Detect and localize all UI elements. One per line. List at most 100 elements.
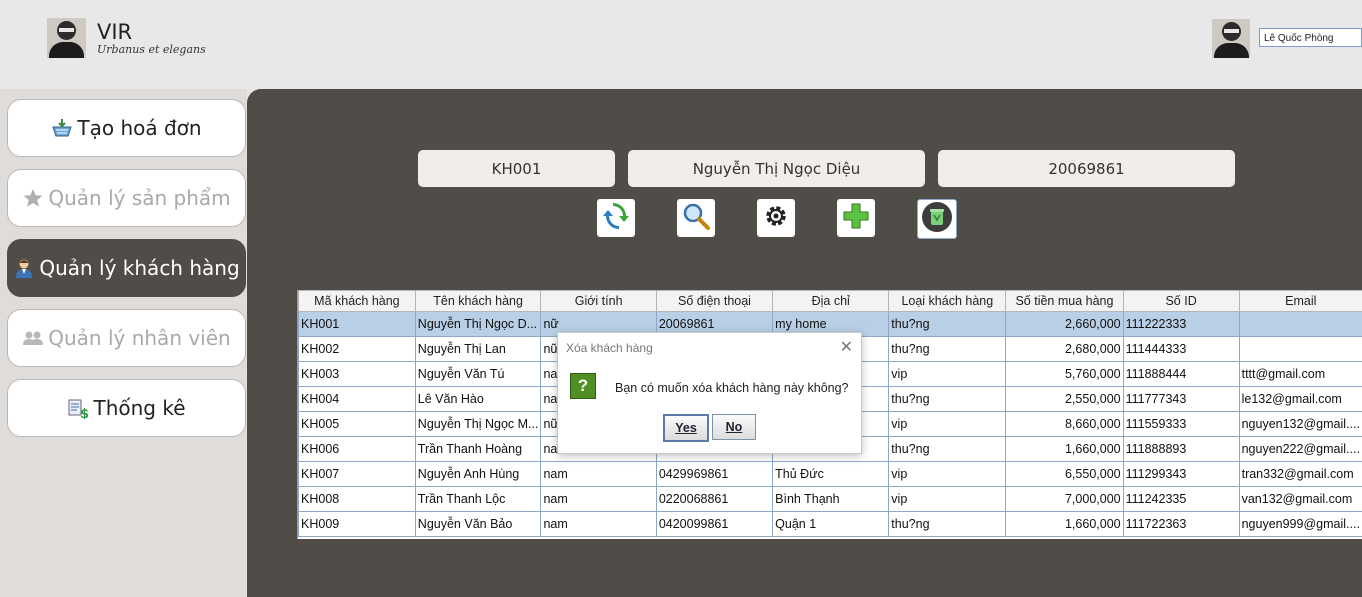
customer-id-field[interactable]: KH001 (418, 150, 615, 187)
table-cell: Lê Văn Hào (414, 386, 542, 412)
svg-text:$: $ (80, 407, 89, 419)
table-cell: 111559333 (1122, 411, 1240, 437)
column-header[interactable]: Số tiền mua hàng (1005, 290, 1124, 312)
table-cell: thu?ng (888, 386, 1007, 412)
table-cell: vip (888, 486, 1007, 512)
table-row[interactable]: KH007 Nguyễn Anh Hùng nam 0429969861 Thủ Đức… (298, 461, 1362, 487)
table-cell: 111777343 (1122, 386, 1240, 412)
table-cell: KH001 (298, 311, 416, 337)
table-cell: KH006 (298, 436, 416, 462)
table-cell: KH009 (298, 511, 416, 537)
column-header[interactable]: Địa chỉ (772, 290, 890, 312)
statistics-icon: $ (67, 397, 90, 422)
table-cell: 6,550,000 (1005, 461, 1124, 487)
table-cell: 8,660,000 (1005, 411, 1124, 437)
customer-name-field[interactable]: Nguyễn Thị Ngọc Diệu (628, 150, 925, 187)
sidebar-item-label: Tạo hoá đơn (77, 116, 202, 140)
user-name-field[interactable]: Lê Quốc Phòng (1259, 28, 1362, 47)
table-cell: 0420099861 (655, 511, 774, 537)
table-cell: KH007 (298, 461, 416, 487)
add-button[interactable] (837, 199, 875, 237)
table-cell: nguyen999@gmail.... (1238, 511, 1362, 537)
add-icon (841, 201, 871, 235)
table-cell: 111888444 (1122, 361, 1240, 387)
refresh-icon (601, 201, 631, 235)
table-cell: 111222333 (1122, 311, 1240, 337)
column-header[interactable]: Mã khách hàng (298, 290, 416, 312)
table-cell: 0429969861 (655, 461, 774, 487)
table-cell: Nguyễn Thị Ngọc M... (414, 411, 542, 437)
sidebar: Tạo hoá đơn Quản lý sản phẩm Quản lý khá… (0, 89, 247, 597)
no-button[interactable]: No (712, 414, 756, 440)
close-icon[interactable]: ✕ (840, 337, 853, 357)
dialog-title: Xóa khách hàng (566, 341, 653, 355)
table-cell: tttt@gmail.com (1238, 361, 1362, 387)
column-header[interactable]: Số ID (1122, 290, 1240, 312)
delete-button[interactable] (917, 199, 957, 239)
table-cell: KH002 (298, 336, 416, 362)
column-header[interactable]: Số điện thoại (655, 290, 774, 312)
table-cell: Trần Thanh Hoàng (414, 436, 542, 462)
table-cell: 1,660,000 (1005, 436, 1124, 462)
table-cell: nguyen222@gmail.... (1238, 436, 1362, 462)
sidebar-item-employees[interactable]: Quản lý nhân viên (7, 309, 246, 367)
sidebar-item-products[interactable]: Quản lý sản phẩm (7, 169, 246, 227)
search-icon (681, 201, 711, 235)
star-icon (22, 187, 44, 209)
refresh-button[interactable] (597, 199, 635, 237)
settings-button[interactable] (757, 199, 795, 237)
brand-title: VIR (97, 20, 133, 44)
table-cell: Nguyễn Văn Bảo (414, 511, 542, 537)
table-cell: 5,760,000 (1005, 361, 1124, 387)
table-cell: Bình Thạnh (772, 486, 890, 512)
sidebar-item-label: Quản lý sản phẩm (48, 186, 231, 210)
settings-icon (761, 201, 791, 235)
table-cell: 2,550,000 (1005, 386, 1124, 412)
table-cell: le132@gmail.com (1238, 386, 1362, 412)
column-header[interactable]: Tên khách hàng (414, 290, 542, 312)
table-cell: Nguyễn Anh Hùng (414, 461, 542, 487)
delete-confirm-dialog: Xóa khách hàng ✕ ? Bạn có muốn xóa khách… (557, 332, 862, 454)
sidebar-item-create-invoice[interactable]: Tạo hoá đơn (7, 99, 246, 157)
user-avatar (1212, 19, 1250, 58)
column-header[interactable]: Email (1238, 290, 1362, 312)
table-header: Mã khách hàng Tên khách hàng Giới tính S… (298, 290, 1362, 312)
dialog-message: Bạn có muốn xóa khách hàng này không? (615, 381, 849, 395)
table-cell: Nguyễn Văn Tú (414, 361, 542, 387)
table-cell (1238, 311, 1362, 337)
sidebar-item-customers[interactable]: Quản lý khách hàng (7, 239, 246, 297)
table-cell: KH008 (298, 486, 416, 512)
table-cell: thu?ng (888, 436, 1007, 462)
column-header[interactable]: Giới tính (540, 290, 657, 312)
table-cell: nguyen132@gmail.... (1238, 411, 1362, 437)
customer-phone-field[interactable]: 20069861 (938, 150, 1235, 187)
question-icon: ? (570, 373, 596, 399)
table-cell: vip (888, 461, 1007, 487)
app-header: VIR Urbanus et elegans Lê Quốc Phòng (0, 0, 1362, 89)
table-row[interactable]: KH008 Trần Thanh Lộc nam 0220068861 Bình Thạ… (298, 486, 1362, 512)
yes-button[interactable]: Yes (663, 414, 709, 442)
table-cell: KH005 (298, 411, 416, 437)
column-header[interactable]: Loại khách hàng (888, 290, 1007, 312)
table-cell: Thủ Đức (772, 461, 890, 487)
table-row[interactable]: KH009 Nguyễn Văn Bảo nam 0420099861 Quận 1th… (298, 511, 1362, 537)
table-cell: nam (540, 486, 657, 512)
customer-icon (13, 257, 35, 279)
table-cell: 1,660,000 (1005, 511, 1124, 537)
search-button[interactable] (677, 199, 715, 237)
table-cell: nam (540, 511, 657, 537)
table-cell (1238, 336, 1362, 362)
sidebar-item-label: Quản lý nhân viên (48, 326, 231, 350)
employees-icon (22, 327, 44, 349)
table-cell: 0220068861 (655, 486, 774, 512)
table-cell: vip (888, 411, 1007, 437)
sidebar-item-label: Quản lý khách hàng (39, 256, 240, 280)
sidebar-item-statistics[interactable]: $ Thống kê (7, 379, 246, 437)
table-cell: tran332@gmail.com (1238, 461, 1362, 487)
brand-logo (47, 18, 86, 58)
table-cell: Quận 1 (772, 511, 890, 537)
table-cell: 7,000,000 (1005, 486, 1124, 512)
table-cell: Trần Thanh Lộc (414, 486, 542, 512)
table-cell: Nguyễn Thị Ngọc D... (414, 311, 542, 337)
sidebar-item-label: Thống kê (93, 396, 186, 420)
